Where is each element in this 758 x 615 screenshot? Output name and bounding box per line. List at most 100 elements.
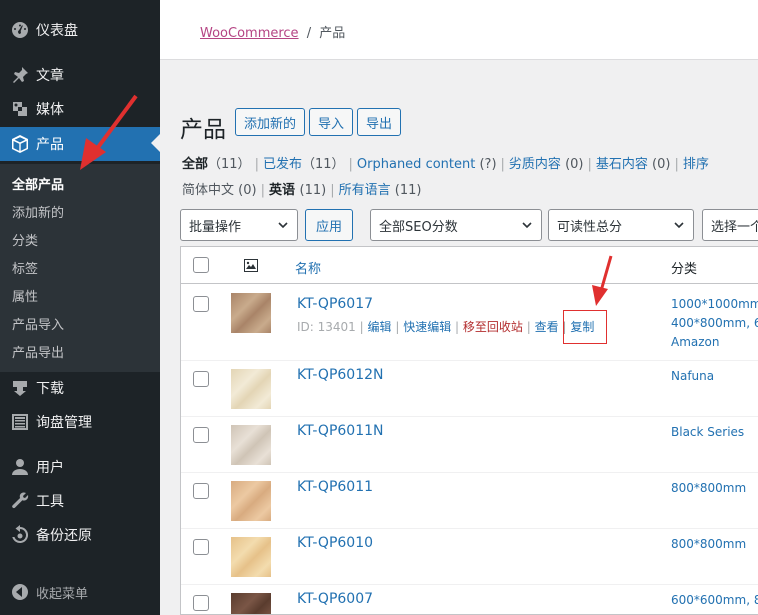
menu-dashboard[interactable]: 仪表盘 [0, 13, 160, 47]
product-name-link[interactable]: KT-QP6007 [297, 591, 373, 607]
category-link[interactable]: Black Series [671, 423, 744, 442]
menu-label: 媒体 [36, 102, 64, 118]
highlight-box [563, 310, 607, 344]
product-name-link[interactable]: KT-QP6010 [297, 535, 373, 551]
column-name-header[interactable]: 名称 [295, 258, 321, 277]
menu-label: 下载 [36, 381, 64, 397]
product-thumbnail[interactable] [231, 537, 271, 577]
menu-label: 仪表盘 [36, 23, 78, 39]
table-row: KT-QP6011N Black Series [181, 417, 758, 473]
filter-all[interactable]: 全部（11） [182, 157, 251, 172]
category-link[interactable]: Nafuna [671, 367, 714, 386]
menu-label: 询盘管理 [36, 415, 92, 431]
export-button[interactable]: 导出 [357, 108, 402, 136]
submenu-tags[interactable]: 标签 [12, 258, 38, 277]
readability-select[interactable]: 可读性总分 [548, 209, 694, 241]
submenu-add-new[interactable]: 添加新的 [12, 202, 64, 221]
menu-products[interactable]: 产品 [0, 127, 160, 161]
add-new-button[interactable]: 添加新的 [235, 108, 306, 136]
product-type-select[interactable]: 选择一个类型 [702, 209, 758, 241]
chevron-down-icon [522, 222, 532, 229]
menu-downloads[interactable]: 下载 [0, 371, 160, 405]
menu-media[interactable]: 媒体 [0, 92, 160, 126]
row-checkbox[interactable] [193, 539, 209, 555]
submenu-import[interactable]: 产品导入 [12, 314, 64, 333]
products-submenu: 全部产品 添加新的 分类 标签 属性 产品导入 产品导出 [0, 164, 160, 372]
collapse-menu-button[interactable]: 收起菜单 [0, 575, 160, 609]
category-link[interactable]: 600*600mm, 8 [671, 591, 758, 610]
filter-orphaned[interactable]: Orphaned content [357, 157, 475, 172]
product-thumbnail[interactable] [231, 369, 271, 409]
menu-posts[interactable]: 文章 [0, 58, 160, 92]
submenu-categories[interactable]: 分类 [12, 230, 38, 249]
table-row: KT-QP6017 ID: 13401 | 编辑 | 快速编辑 | 移至回收站 … [181, 285, 758, 361]
wrench-icon [0, 484, 36, 518]
filter-published[interactable]: 已发布（11） [263, 157, 345, 172]
table-row: KT-QP6011 800*800mm [181, 473, 758, 529]
chevron-down-icon [674, 222, 684, 229]
trash-link[interactable]: 移至回收站 [463, 320, 523, 334]
apply-button[interactable]: 应用 [305, 209, 353, 241]
category-link[interactable]: Amazon [671, 333, 758, 352]
product-name-link[interactable]: KT-QP6011 [297, 479, 373, 495]
menu-tools[interactable]: 工具 [0, 484, 160, 518]
category-link[interactable]: 1000*1000mm, [671, 295, 758, 314]
bulk-actions-value: 批量操作 [189, 219, 242, 235]
filter-poor-content[interactable]: 劣质内容 [509, 157, 561, 172]
breadcrumb-woocommerce-link[interactable]: WooCommerce [200, 26, 299, 41]
row-checkbox[interactable] [193, 427, 209, 443]
backup-icon [0, 518, 36, 552]
select-all-checkbox[interactable] [193, 257, 209, 273]
category-link[interactable]: 800*800mm [671, 535, 746, 554]
row-checkbox[interactable] [193, 371, 209, 387]
products-table: 名称 分类 KT-QP6017 ID: 13401 | 编辑 | 快速编辑 | … [180, 246, 758, 615]
submenu-export[interactable]: 产品导出 [12, 342, 64, 361]
sort-link[interactable]: 排序 [683, 157, 709, 172]
readability-value: 可读性总分 [557, 219, 623, 235]
filter-lang-en[interactable]: 英语 (11) [269, 183, 326, 198]
product-thumbnail[interactable] [231, 425, 271, 465]
breadcrumb-current: 产品 [319, 26, 346, 41]
submenu-all-products[interactable]: 全部产品 [12, 174, 64, 193]
menu-backup[interactable]: 备份还原 [0, 518, 160, 552]
product-name-link[interactable]: KT-QP6012N [297, 367, 384, 383]
product-thumbnail[interactable] [231, 593, 271, 614]
filter-lang-all[interactable]: 所有语言 (11) [339, 183, 422, 198]
user-icon [0, 450, 36, 484]
table-row: KT-QP6010 800*800mm [181, 529, 758, 585]
product-name-link[interactable]: KT-QP6011N [297, 423, 384, 439]
status-filter-links: 全部（11） | 已发布（11） | Orphaned content (?) | 劣质内容… [182, 157, 709, 172]
category-link[interactable]: 800*800mm [671, 479, 746, 498]
seo-score-select[interactable]: 全部SEO分数 [370, 209, 542, 241]
view-link[interactable]: 查看 [535, 320, 559, 334]
product-name-link[interactable]: KT-QP6017 [297, 296, 373, 312]
category-link[interactable]: 400*800mm, 60 [671, 314, 758, 333]
product-thumbnail[interactable] [231, 481, 271, 521]
menu-label: 文章 [36, 68, 64, 84]
box-icon [0, 127, 36, 161]
dashboard-icon [0, 13, 36, 47]
table-row: KT-QP6012N Nafuna [181, 361, 758, 417]
menu-label: 工具 [36, 494, 64, 510]
submenu-attributes[interactable]: 属性 [12, 286, 38, 305]
product-thumbnail[interactable] [231, 293, 271, 333]
filter-lang-zh[interactable]: 简体中文 (0) [182, 183, 257, 198]
download-icon [0, 371, 36, 405]
row-checkbox[interactable] [193, 296, 209, 312]
edit-link[interactable]: 编辑 [368, 320, 392, 334]
import-button[interactable]: 导入 [309, 108, 354, 136]
main-content: 产品 添加新的 导入 导出 全部（11） | 已发布（11） | Orphaned co… [160, 60, 758, 615]
quick-edit-link[interactable]: 快速编辑 [403, 320, 451, 334]
language-filter-links: 简体中文 (0) | 英语 (11) | 所有语言 (11) [182, 183, 422, 198]
row-checkbox[interactable] [193, 483, 209, 499]
seo-score-value: 全部SEO分数 [379, 219, 458, 235]
menu-inquiries[interactable]: 询盘管理 [0, 405, 160, 439]
bulk-actions-select[interactable]: 批量操作 [180, 209, 298, 241]
breadcrumb-bar: WooCommerce / 产品 [160, 0, 758, 60]
list-icon [0, 405, 36, 439]
row-checkbox[interactable] [193, 595, 209, 611]
menu-users[interactable]: 用户 [0, 450, 160, 484]
menu-label: 用户 [36, 460, 64, 476]
filter-cornerstone[interactable]: 基石内容 [596, 157, 648, 172]
chevron-down-icon [278, 222, 288, 229]
